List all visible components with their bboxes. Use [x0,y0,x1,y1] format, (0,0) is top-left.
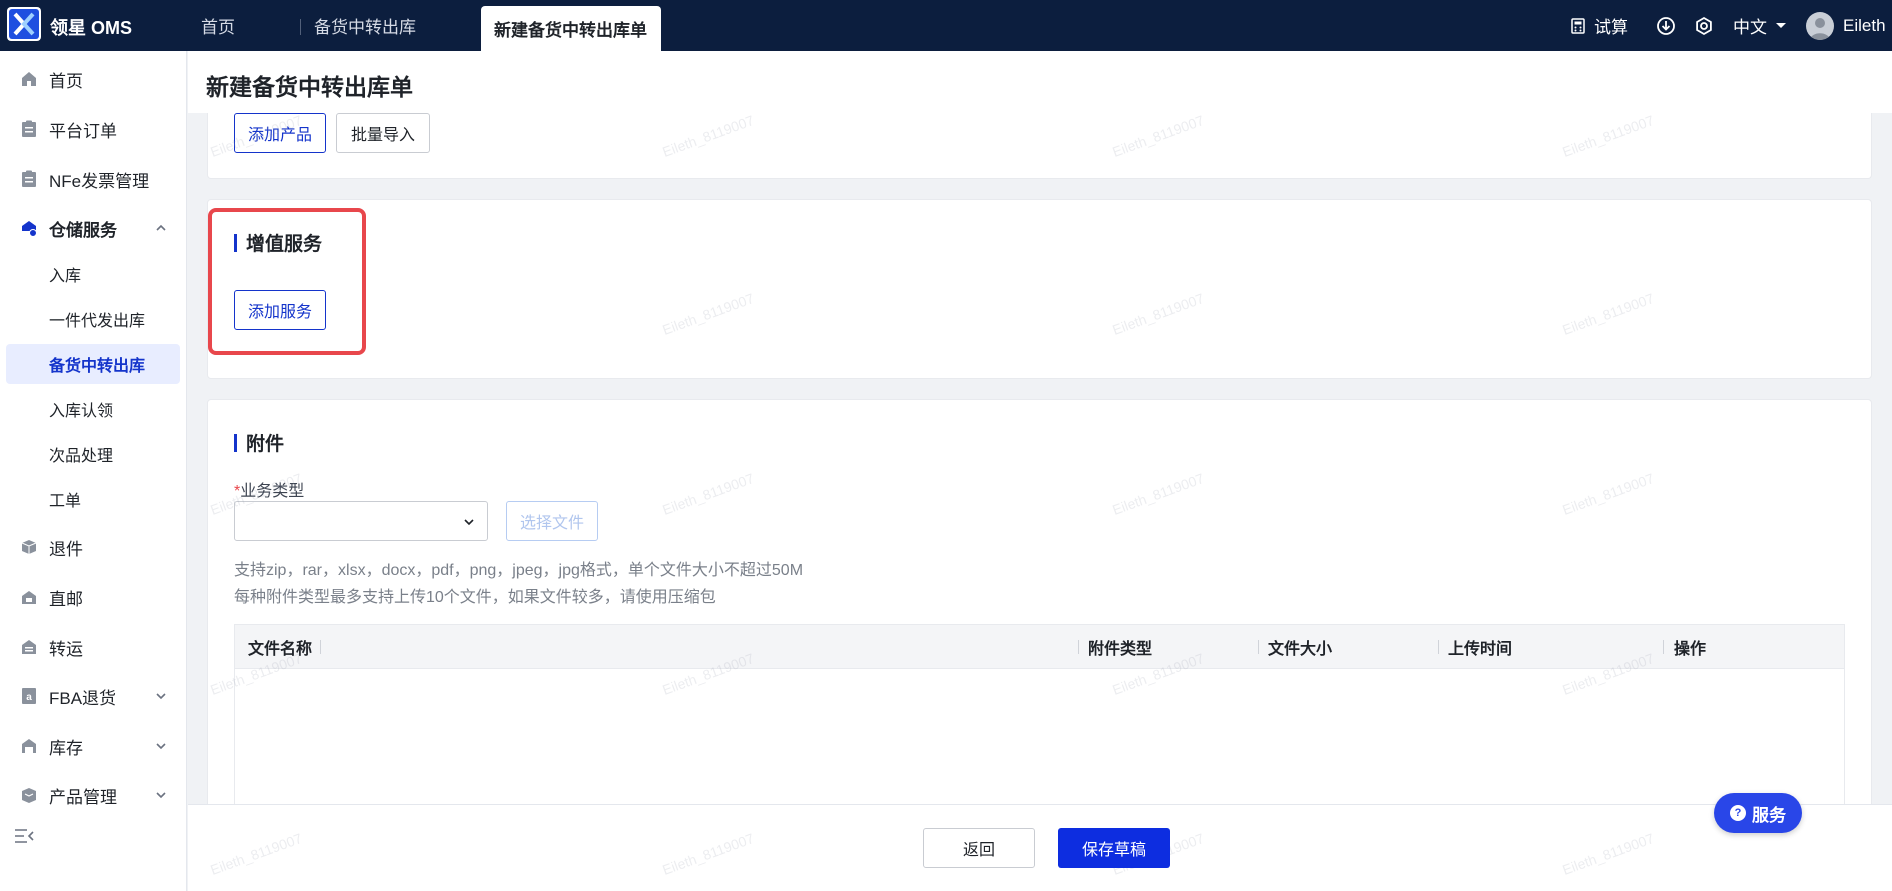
sidebar-subitem-defect-handling[interactable]: 次品处理 [6,434,180,474]
chevron-down-icon [156,743,166,750]
user-name: Eileth [1843,15,1886,35]
column-actions: 操作 [1674,641,1707,658]
sidebar-subitem-work-order[interactable]: 工单 [6,479,180,519]
sidebar-item-label: 产品管理 [49,787,117,807]
sidebar-item-fba-returns[interactable]: a FBA退货 [0,676,187,716]
sidebar-item-returns[interactable]: 退件 [0,527,187,567]
sidebar-item-product-management[interactable]: 产品管理 [0,775,187,815]
sidebar-item-label: NFe发票管理 [49,171,150,191]
attachment-section-title: 附件 [234,429,284,456]
clipboard-icon [20,170,38,188]
file-format-hint: 支持zip，rar，xlsx，docx，pdf，png，jpeg，jpg格式，单… [234,562,804,579]
brand-name: 领星 OMS [50,18,133,38]
floating-service-label: 服务 [1752,805,1786,825]
sidebar-item-direct-mail[interactable]: 直邮 [0,577,187,617]
calculator-icon [1571,17,1585,34]
sidebar-subitem-inbound[interactable]: 入库 [6,254,180,294]
sidebar-item-inventory[interactable]: 库存 [0,726,187,766]
language-label: 中文 [1733,18,1767,37]
back-button[interactable]: 返回 [923,828,1035,868]
file-count-hint: 每种附件类型最多支持上传10个文件，如果文件较多，请使用压缩包 [234,589,716,606]
download-button[interactable] [1656,0,1676,51]
sidebar-subitem-dropship-outbound[interactable]: 一件代发出库 [6,299,180,339]
batch-import-button[interactable]: 批量导入 [336,113,431,153]
transfer-icon [20,638,38,656]
section-accent-bar [234,433,237,452]
sidebar-item-platform-orders[interactable]: 平台订单 [0,109,187,149]
inventory-icon [20,737,38,755]
footer-action-bar [188,804,1892,891]
column-file-size: 文件大小 [1268,641,1333,658]
tab-divider [300,19,301,35]
sidebar-item-transshipment[interactable]: 转运 [0,627,187,667]
warehouse-icon [20,219,38,237]
column-divider [320,640,321,654]
return-box-icon [20,538,38,556]
column-upload-time: 上传时间 [1448,641,1513,658]
table-header: 文件名称 附件类型 文件大小 上传时间 操作 [235,625,1844,669]
business-type-select[interactable] [234,501,488,541]
gear-icon [1696,16,1712,35]
attachment-table: 文件名称 附件类型 文件大小 上传时间 操作 [234,624,1845,809]
product-icon [20,786,38,804]
sidebar-item-warehouse-service[interactable]: 仓储服务 [0,208,187,248]
svg-text:a: a [26,692,32,703]
products-section: 添加产品 批量导入 [207,113,1872,179]
chevron-down-icon [156,792,166,799]
select-file-button[interactable]: 选择文件 [506,501,599,541]
sidebar-item-label: 首页 [49,71,83,91]
sidebar-item-label: 直邮 [49,589,83,609]
column-divider [1078,640,1079,654]
question-icon: ? [1730,805,1746,821]
sidebar-item-label: 仓储服务 [49,220,117,240]
sidebar-item-label: FBA退货 [49,688,117,708]
top-bar: 领星 OMS 首页 备货中转出库 新建备货中转出库单 试算 中文 Eileth [0,0,1892,51]
chevron-up-icon [156,224,166,231]
floating-service-button[interactable]: ? 服务 [1714,793,1802,833]
user-menu[interactable]: Eileth [1806,0,1886,51]
column-divider [1438,640,1439,654]
tab-new-outbound-order[interactable]: 新建备货中转出库单 [481,6,661,51]
calculator-button[interactable]: 试算 [1570,0,1628,51]
column-file-name: 文件名称 [248,641,313,658]
download-icon [1657,16,1675,35]
add-product-button[interactable]: 添加产品 [234,113,327,153]
tab-stock-transfer-outbound[interactable]: 备货中转出库 [314,0,416,51]
value-added-service-section: 增值服务 添加服务 [207,199,1872,379]
sidebar-subitem-inbound-claim[interactable]: 入库认领 [6,389,180,429]
page-title: 新建备货中转出库单 [206,74,413,100]
attachment-section-title-text: 附件 [246,434,285,455]
chevron-down-icon [156,693,166,700]
chevron-down-icon [464,519,474,526]
column-divider [1663,640,1664,654]
avatar [1806,11,1834,40]
page-header: 新建备货中转出库单 [188,51,1892,113]
tab-home[interactable]: 首页 [201,0,235,51]
collapse-menu-icon[interactable] [14,828,34,844]
sidebar-item-label: 退件 [49,539,83,559]
save-draft-button[interactable]: 保存草稿 [1058,828,1170,868]
sidebar-item-label: 转运 [49,639,83,659]
direct-mail-icon [20,588,38,606]
home-icon [20,70,38,88]
sidebar: 首页 平台订单 NFe发票管理 仓储服务 入库 一件代发出库 备货中转出库 入库… [0,51,187,891]
business-type-label: *业务类型 [234,477,304,501]
fba-return-icon: a [20,687,38,705]
highlight-annotation [208,208,366,355]
column-divider [1258,640,1259,654]
caret-down-icon [1776,22,1786,28]
brand-logo[interactable] [7,7,41,41]
business-type-label-text: 业务类型 [240,483,305,500]
sidebar-item-label: 平台订单 [49,121,117,141]
sidebar-subitem-stock-transfer-outbound[interactable]: 备货中转出库 [6,344,180,384]
settings-button[interactable] [1694,0,1714,51]
clipboard-icon [20,120,38,138]
calculator-label: 试算 [1594,18,1628,37]
column-attachment-type: 附件类型 [1088,641,1153,658]
sidebar-item-home[interactable]: 首页 [0,59,187,99]
sidebar-item-nfe-invoice[interactable]: NFe发票管理 [0,159,187,199]
language-selector[interactable]: 中文 [1733,0,1787,51]
sidebar-item-label: 库存 [49,738,83,758]
